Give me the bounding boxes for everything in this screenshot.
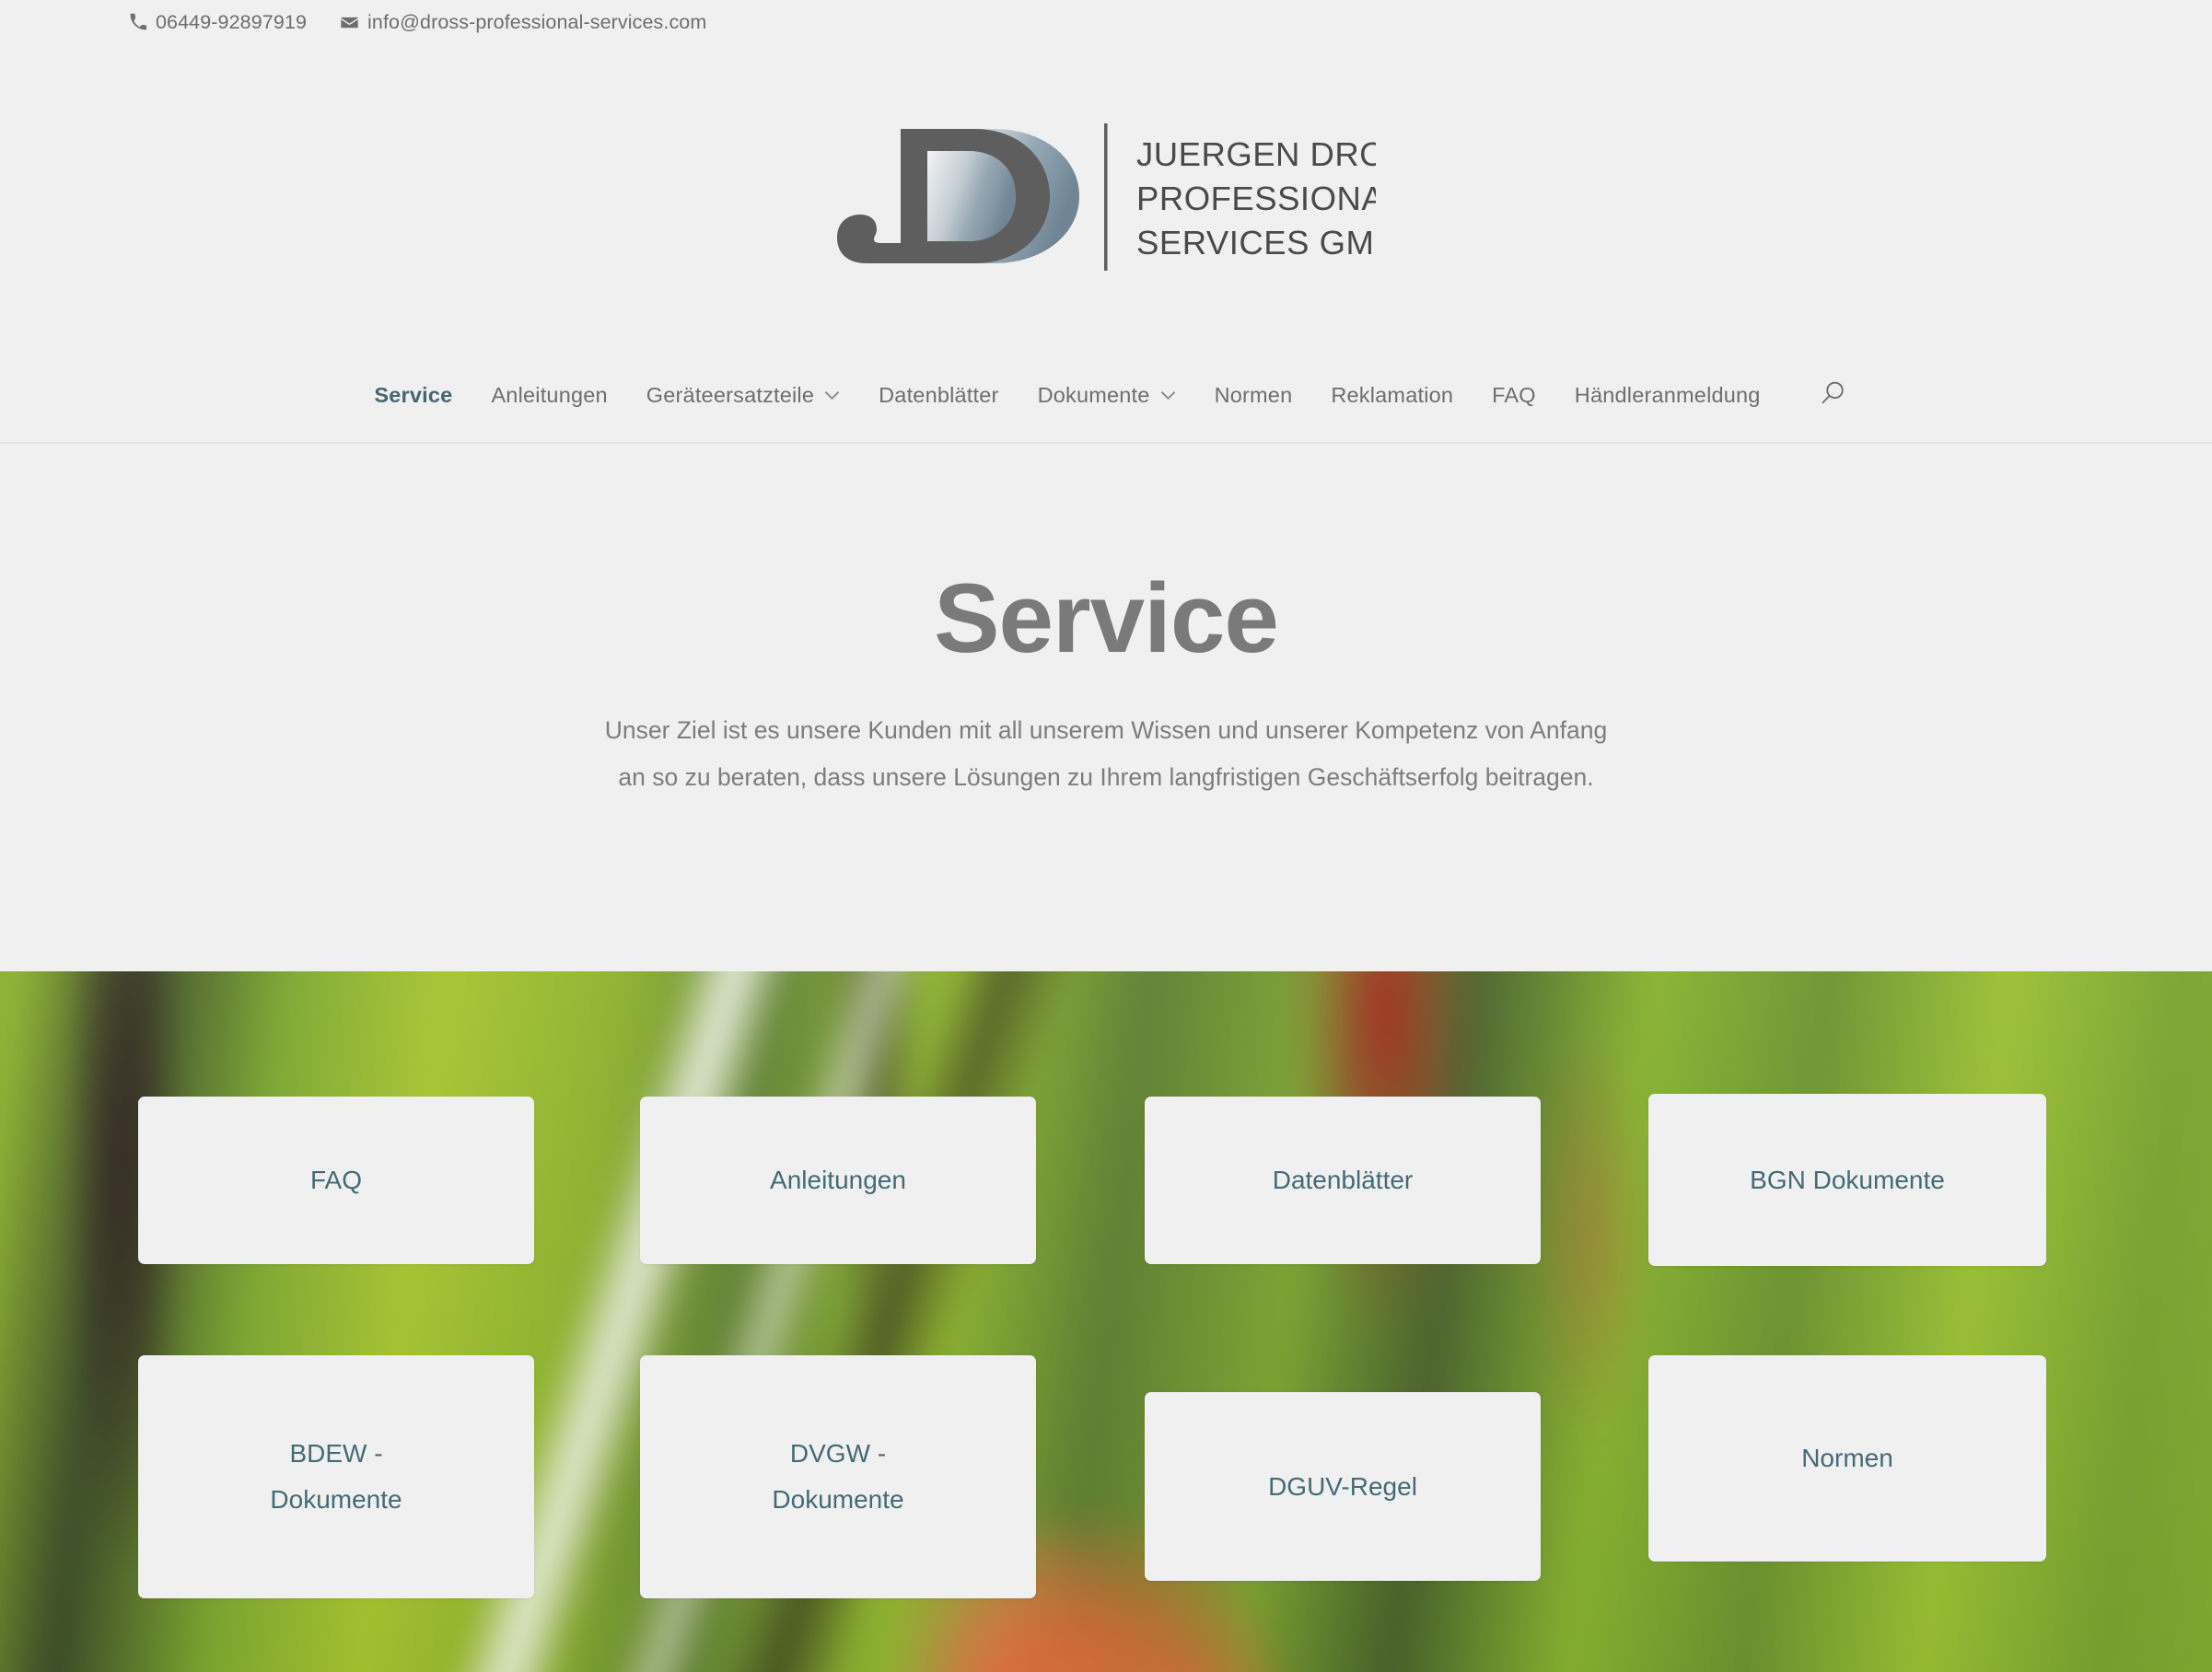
phone-number: 06449-92897919 (156, 10, 308, 33)
phone-contact[interactable]: 06449-92897919 (129, 11, 307, 34)
card-label: DVGW - Dokumente (772, 1439, 904, 1514)
nav-label: Datenblätter (879, 382, 999, 407)
card-bgn-dokumente[interactable]: BGN Dokumente (1648, 1094, 2046, 1266)
svg-text:JUERGEN DROSS: JUERGEN DROSS (1136, 135, 1376, 173)
service-card-grid: FAQ Anleitungen Datenblätter BGN Dokumen… (0, 971, 2212, 1672)
nav-item-faq[interactable]: FAQ (1473, 383, 1555, 408)
card-normen[interactable]: Normen (1648, 1355, 2046, 1562)
card-label: Normen (1801, 1444, 1893, 1473)
chevron-down-icon (824, 390, 840, 401)
hero-section: Service Unser Ziel ist es unsere Kunden … (0, 444, 2212, 931)
page-title: Service (934, 562, 1279, 673)
nav-item-geraeteersatzteile[interactable]: Geräteersatzteile (627, 383, 859, 408)
nav-item-reklamation[interactable]: Reklamation (1311, 383, 1473, 408)
nav-item-haendleranmeldung[interactable]: Händleranmeldung (1555, 383, 1780, 408)
nav-label: FAQ (1492, 382, 1536, 407)
search-button[interactable] (1808, 379, 1857, 412)
card-label: FAQ (309, 1166, 362, 1195)
nav-item-service[interactable]: Service (355, 383, 472, 408)
nav-item-anleitungen[interactable]: Anleitungen (472, 383, 626, 408)
card-faq[interactable]: FAQ (138, 1097, 534, 1264)
card-label: Datenblätter (1272, 1166, 1414, 1195)
card-bdew-dokumente[interactable]: BDEW - Dokumente (138, 1355, 534, 1598)
main-navigation: Service Anleitungen Geräteersatzteile Da… (355, 379, 1857, 412)
site-logo[interactable]: JUERGEN DROSS PROFESSIONAL SERVICES GMBH (836, 109, 1376, 284)
nav-label: Anleitungen (491, 382, 608, 407)
nav-item-datenblaetter[interactable]: Datenblätter (859, 383, 1018, 408)
logo-graphic: JUERGEN DROSS PROFESSIONAL SERVICES GMBH (836, 123, 1376, 271)
nav-label: Geräteersatzteile (646, 382, 815, 407)
main-navigation-bar: Service Anleitungen Geräteersatzteile Da… (0, 348, 2212, 444)
nav-label: Service (374, 382, 453, 407)
phone-icon (129, 13, 147, 31)
search-icon (1819, 379, 1846, 412)
svg-text:PROFESSIONAL: PROFESSIONAL (1136, 180, 1376, 217)
hero-subtitle-line-1: Unser Ziel ist es unsere Kunden mit all … (604, 716, 1608, 745)
svg-text:SERVICES GMBH: SERVICES GMBH (1136, 224, 1376, 261)
card-label: DGUV-Regel (1268, 1471, 1417, 1501)
card-dguv-regel[interactable]: DGUV-Regel (1145, 1392, 1541, 1581)
card-datenblaetter[interactable]: Datenblätter (1145, 1097, 1541, 1264)
envelope-icon (340, 13, 359, 32)
nav-label: Dokumente (1037, 382, 1150, 407)
card-label: Anleitungen (770, 1166, 906, 1195)
nav-label: Normen (1214, 382, 1293, 407)
nav-item-normen[interactable]: Normen (1195, 383, 1312, 408)
card-label: BGN Dokumente (1750, 1165, 1945, 1194)
card-anleitungen[interactable]: Anleitungen (640, 1097, 1036, 1264)
nav-label: Reklamation (1331, 382, 1454, 407)
top-contact-bar: 06449-92897919 info@dross-professional-s… (0, 0, 2212, 44)
card-dvgw-dokumente[interactable]: DVGW - Dokumente (640, 1355, 1036, 1598)
email-address: info@dross-professional-services.com (367, 10, 707, 33)
hero-subtitle-line-2: an so zu beraten, dass unsere Lösungen z… (618, 763, 1594, 792)
nav-item-dokumente[interactable]: Dokumente (1019, 383, 1195, 408)
logo-header: JUERGEN DROSS PROFESSIONAL SERVICES GMBH (0, 44, 2212, 348)
nav-label: Händleranmeldung (1574, 382, 1761, 407)
card-label: BDEW - Dokumente (270, 1439, 402, 1514)
email-contact[interactable]: info@dross-professional-services.com (340, 11, 706, 34)
page-root: 06449-92897919 info@dross-professional-s… (0, 0, 2212, 1672)
chevron-down-icon (1160, 390, 1176, 401)
hero-subtitle: Unser Ziel ist es unsere Kunden mit all … (605, 707, 1608, 801)
background-photo-section: FAQ Anleitungen Datenblätter BGN Dokumen… (0, 971, 2212, 1672)
